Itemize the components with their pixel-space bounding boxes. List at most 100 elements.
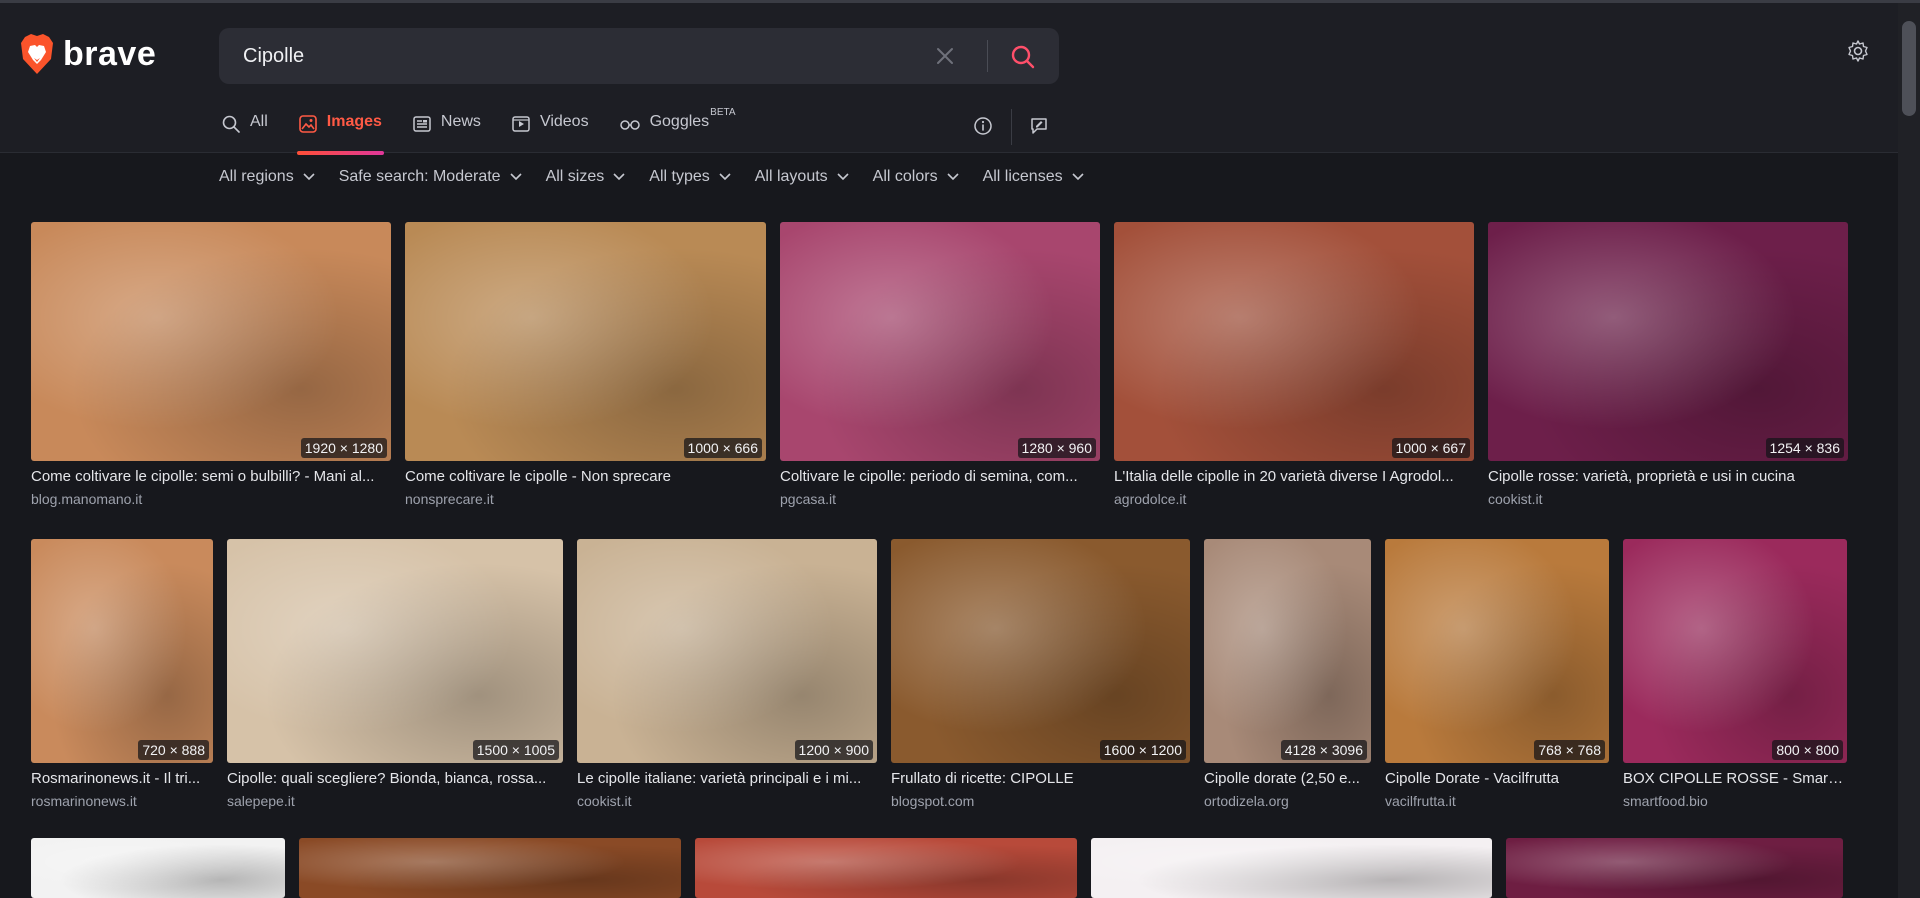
image-dimensions: 1000 × 666 (683, 438, 762, 458)
image-title[interactable]: L'Italia delle cipolle in 20 varietà div… (1114, 468, 1474, 485)
scrollbar-thumb[interactable] (1902, 21, 1916, 116)
image-thumbnail[interactable] (1506, 838, 1843, 898)
image-thumbnail[interactable] (695, 838, 1077, 898)
image-thumbnail[interactable] (299, 838, 681, 898)
image-thumbnail[interactable] (1091, 838, 1492, 898)
filter-sizes[interactable]: All sizes (546, 168, 626, 186)
image-result[interactable]: 1000 × 666 Come coltivare le cipolle - N… (405, 222, 766, 507)
filter-types[interactable]: All types (649, 168, 731, 186)
search-divider (987, 40, 988, 72)
filter-label: All licenses (982, 168, 1063, 185)
image-result[interactable] (1506, 838, 1843, 898)
image-source[interactable]: ortodizela.org (1204, 793, 1371, 809)
image-dimensions: 1280 × 960 (1017, 438, 1096, 458)
image-source[interactable]: salepepe.it (227, 793, 563, 809)
filter-colors[interactable]: All colors (873, 168, 959, 186)
image-result[interactable] (31, 838, 285, 898)
image-source[interactable]: pgcasa.it (780, 491, 1100, 507)
image-source[interactable]: vacilfrutta.it (1385, 793, 1609, 809)
image-thumbnail[interactable]: 1254 × 836 (1488, 222, 1848, 461)
filter-label: All types (649, 168, 710, 185)
clear-icon[interactable] (931, 42, 959, 70)
image-thumbnail[interactable]: 768 × 768 (1385, 539, 1609, 763)
image-result[interactable] (695, 838, 1077, 898)
image-thumbnail[interactable]: 1500 × 1005 (227, 539, 563, 763)
image-thumbnail[interactable]: 1000 × 666 (405, 222, 766, 461)
settings-gear-icon[interactable] (1846, 39, 1870, 63)
info-icon[interactable] (973, 116, 993, 136)
tab-images[interactable]: Images (296, 113, 384, 155)
image-source[interactable]: smartfood.bio (1623, 793, 1847, 809)
chevron-down-icon (719, 173, 731, 181)
image-result[interactable]: 1254 × 836 Cipolle rosse: varietà, propr… (1488, 222, 1848, 507)
image-thumbnail[interactable] (31, 838, 285, 898)
image-thumbnail[interactable]: 1280 × 960 (780, 222, 1100, 461)
header-divider (1011, 109, 1012, 145)
image-source[interactable]: blogspot.com (891, 793, 1190, 809)
tab-news[interactable]: News (412, 113, 481, 155)
image-result[interactable] (1091, 838, 1492, 898)
results-row: 1920 × 1280 Come coltivare le cipolle: s… (31, 222, 1848, 507)
brave-logo[interactable]: brave (19, 33, 156, 75)
image-result[interactable]: 1200 × 900 Le cipolle italiane: varietà … (577, 539, 877, 809)
image-title[interactable]: Rosmarinonews.it - Il tri... (31, 770, 213, 787)
image-title[interactable]: Cipolle rosse: varietà, proprietà e usi … (1488, 468, 1848, 485)
image-title[interactable]: Le cipolle italiane: varietà principali … (577, 770, 877, 787)
image-result[interactable]: 800 × 800 BOX CIPOLLE ROSSE - Smart F...… (1623, 539, 1847, 809)
filter-label: All sizes (545, 168, 605, 185)
image-dimensions: 768 × 768 (1534, 740, 1605, 760)
image-thumbnail[interactable]: 4128 × 3096 (1204, 539, 1371, 763)
filter-regions[interactable]: All regions (219, 168, 315, 186)
beta-badge: BETA (710, 107, 736, 118)
image-thumbnail[interactable]: 800 × 800 (1623, 539, 1847, 763)
filter-label: All layouts (754, 168, 828, 185)
search-input[interactable]: Cipolle (243, 45, 304, 68)
image-result[interactable]: 4128 × 3096 Cipolle dorate (2,50 e... or… (1204, 539, 1371, 809)
image-title[interactable]: Cipolle dorate (2,50 e... (1204, 770, 1371, 787)
image-thumbnail[interactable]: 1920 × 1280 (31, 222, 391, 461)
tab-all[interactable]: All (221, 113, 268, 155)
image-title[interactable]: Frullato di ricette: CIPOLLE (891, 770, 1190, 787)
image-result[interactable]: 1500 × 1005 Cipolle: quali scegliere? Bi… (227, 539, 563, 809)
filter-safe-search[interactable]: Safe search: Moderate (339, 168, 522, 186)
tab-videos[interactable]: Videos (511, 113, 589, 155)
image-thumbnail[interactable]: 720 × 888 (31, 539, 213, 763)
search-submit-icon[interactable] (1007, 41, 1039, 73)
image-result[interactable]: 1920 × 1280 Come coltivare le cipolle: s… (31, 222, 391, 507)
tab-goggles[interactable]: Goggles BETA (619, 107, 736, 155)
image-result[interactable]: 720 × 888 Rosmarinonews.it - Il tri... r… (31, 539, 213, 809)
image-dimensions: 800 × 800 (1772, 740, 1843, 760)
image-icon (298, 115, 317, 133)
image-source[interactable]: rosmarinonews.it (31, 793, 213, 809)
page-scrollbar[interactable] (1898, 3, 1920, 898)
image-title[interactable]: Come coltivare le cipolle - Non sprecare (405, 468, 766, 485)
filter-bar: All regions Safe search: Moderate All si… (219, 168, 1108, 186)
image-title[interactable]: BOX CIPOLLE ROSSE - Smart F... (1623, 770, 1847, 787)
tab-images-label: Images (326, 113, 382, 130)
image-source[interactable]: agrodolce.it (1114, 491, 1474, 507)
image-dimensions: 720 × 888 (138, 740, 209, 760)
image-source[interactable]: blog.manomano.it (31, 491, 391, 507)
image-thumbnail[interactable]: 1000 × 667 (1114, 222, 1474, 461)
image-source[interactable]: cookist.it (1488, 491, 1848, 507)
image-title[interactable]: Come coltivare le cipolle: semi o bulbil… (31, 468, 391, 485)
image-result[interactable]: 1600 × 1200 Frullato di ricette: CIPOLLE… (891, 539, 1190, 809)
image-result[interactable]: 1280 × 960 Coltivare le cipolle: periodo… (780, 222, 1100, 507)
filter-licenses[interactable]: All licenses (983, 168, 1084, 186)
image-thumbnail[interactable]: 1200 × 900 (577, 539, 877, 763)
search-box[interactable]: Cipolle (219, 28, 1059, 84)
image-source[interactable]: cookist.it (577, 793, 877, 809)
image-result[interactable]: 1000 × 667 L'Italia delle cipolle in 20 … (1114, 222, 1474, 507)
image-result[interactable] (299, 838, 681, 898)
image-result[interactable]: 768 × 768 Cipolle Dorate - Vacilfrutta v… (1385, 539, 1609, 809)
image-title[interactable]: Cipolle Dorate - Vacilfrutta (1385, 770, 1609, 787)
filter-layouts[interactable]: All layouts (755, 168, 849, 186)
image-title[interactable]: Coltivare le cipolle: periodo di semina,… (780, 468, 1100, 485)
image-title[interactable]: Cipolle: quali scegliere? Bionda, bianca… (227, 770, 563, 787)
tab-goggles-label: Goggles (649, 113, 710, 130)
feedback-icon[interactable] (1029, 116, 1049, 136)
header: brave Cipolle All Images News Videos Gog… (0, 3, 1898, 155)
tab-news-label: News (440, 113, 481, 130)
image-source[interactable]: nonsprecare.it (405, 491, 766, 507)
image-thumbnail[interactable]: 1600 × 1200 (891, 539, 1190, 763)
